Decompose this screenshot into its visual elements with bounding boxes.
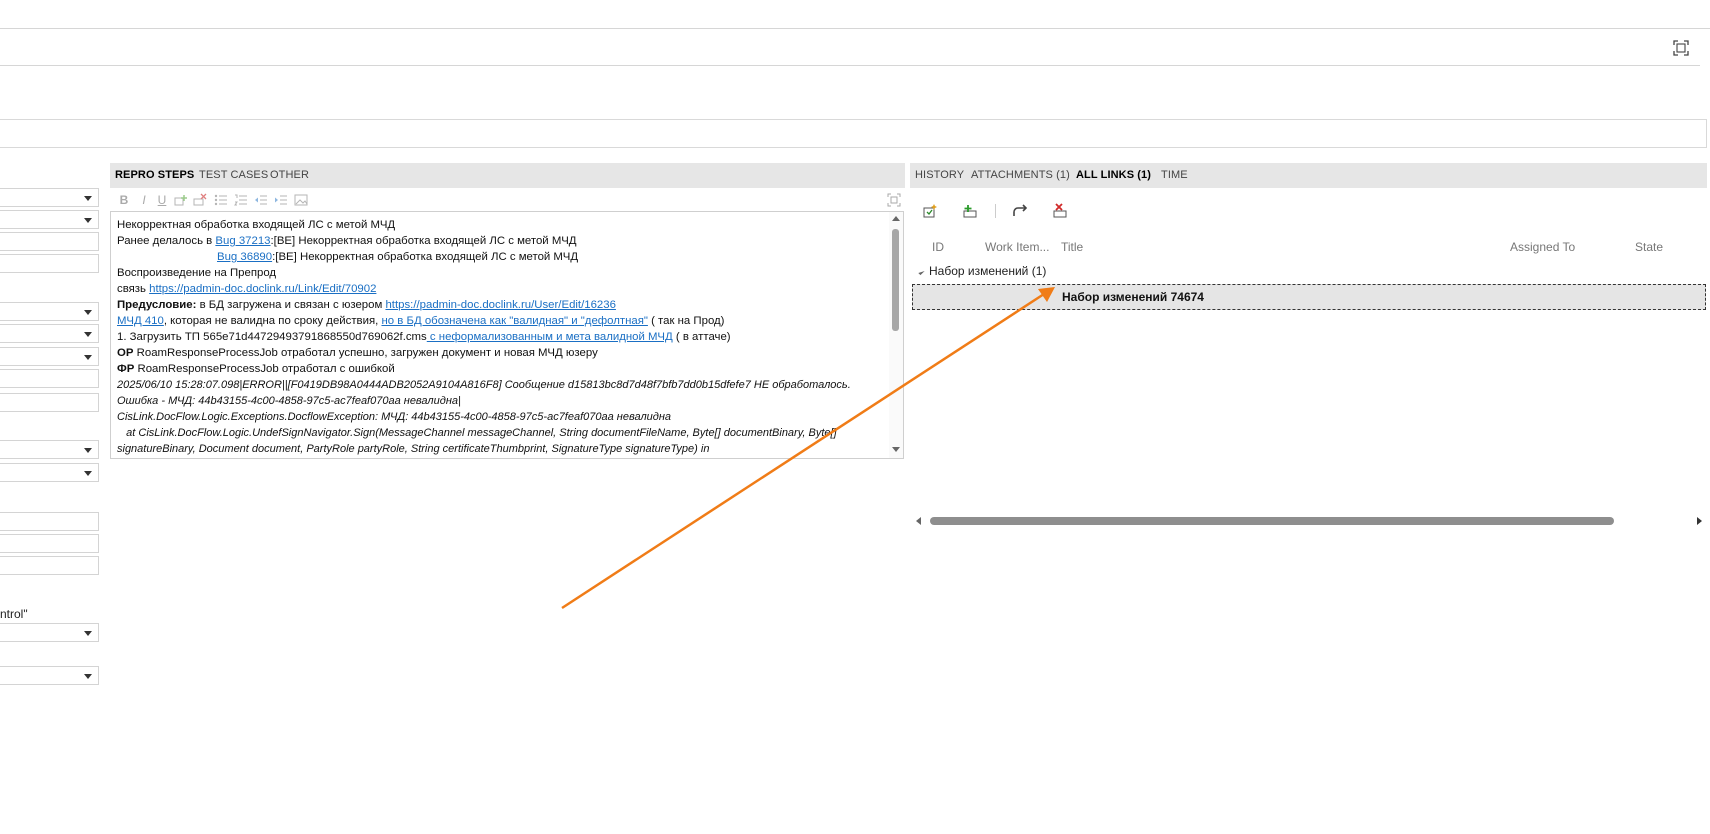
editor-line-13: CisLink.DocFlow.Logic.Exceptions.Docflow… [117,411,672,423]
left-field-4[interactable] [0,254,99,273]
editor-line-4: Воспроизведение на Препрод [117,267,277,279]
left-dropdown-1[interactable] [0,188,99,207]
left-field-label: ntrol" [0,607,28,621]
left-field-8[interactable] [0,369,99,388]
numbered-list-icon[interactable] [234,193,248,207]
tab-test-cases[interactable]: TEST CASES [199,169,268,181]
scroll-down-arrow[interactable] [892,447,900,452]
scroll-thumb[interactable] [892,229,899,331]
col-id[interactable]: ID [932,240,944,254]
editor-vertical-scrollbar[interactable] [889,212,903,458]
open-link-icon[interactable] [1011,202,1029,220]
decrease-indent-icon[interactable] [254,193,268,207]
clear-format-icon[interactable] [193,193,207,207]
links-horizontal-scrollbar[interactable] [914,513,1704,529]
editor-line-11: 2025/06/10 15:28:07.098|ERROR||[F0419DB9… [117,379,851,391]
left-field-14[interactable] [0,556,99,575]
tab-attachments[interactable]: ATTACHMENTS (1) [971,169,1070,181]
link-row[interactable]: Набор изменений 74674 [912,284,1706,310]
left-field-3[interactable] [0,232,99,251]
padmin-user-edit-link[interactable]: https://padmin-doc.doclink.ru/User/Edit/… [385,299,615,311]
col-work-item[interactable]: Work Item... [985,240,1049,254]
tab-all-links[interactable]: ALL LINKS (1) [1076,169,1151,181]
editor-line-2: Ранее делалось в Bug 37213:[BE] Некоррек… [117,235,577,247]
editor-line-3: Bug 36890:[BE] Некорректная обработка вх… [217,251,579,263]
new-linked-item-icon[interactable] [921,202,939,220]
left-field-13[interactable] [0,534,99,553]
padmin-link-edit-link[interactable]: https://padmin-doc.doclink.ru/Link/Edit/… [149,283,376,295]
hscroll-left-arrow[interactable] [916,517,921,525]
editor-line-12: Ошибка - МЧД: 44b43155-4c00-4858-97c5-ac… [117,395,461,407]
editor-line-1: Некорректная обработка входящей ЛС с мет… [117,219,396,231]
top-divider [0,28,1710,29]
col-state[interactable]: State [1635,240,1663,254]
editor-line-14: at CisLink.DocFlow.Logic.UndefSignNaviga… [117,427,837,439]
editor-fullscreen-icon[interactable] [887,193,901,207]
increase-indent-icon[interactable] [274,193,288,207]
left-dropdown-10[interactable] [0,440,99,459]
fullscreen-icon[interactable] [1673,40,1689,56]
bug-36890-link[interactable]: Bug 36890 [217,251,272,263]
title-field[interactable] [0,119,1707,148]
valid-default-link[interactable]: но в БД обозначена как "валидная" и "деф… [381,315,647,327]
bug-37213-link[interactable]: Bug 37213 [215,235,270,247]
col-assigned-to[interactable]: Assigned To [1510,240,1575,254]
left-dropdown-5[interactable] [0,302,99,321]
editor-line-5: связь https://padmin-doc.doclink.ru/Link… [117,283,377,295]
toolbar-separator [995,204,996,218]
left-dropdown-16[interactable] [0,666,99,685]
left-dropdown-7[interactable] [0,347,99,366]
col-title[interactable]: Title [1061,240,1083,254]
editor-line-8: 1. Загрузить ТП 565e71d44729493791868550… [117,331,731,343]
tab-repro-steps[interactable]: REPRO STEPS [115,169,194,181]
left-dropdown-11[interactable] [0,463,99,482]
italic-icon[interactable]: I [137,193,151,207]
repro-steps-editor[interactable]: Некорректная обработка входящей ЛС с мет… [110,211,904,459]
repro-tab-bar: REPRO STEPS TEST CASES OTHER [110,163,905,188]
underline-icon[interactable]: U [155,193,169,207]
left-dropdown-2[interactable] [0,210,99,229]
delete-link-icon[interactable] [1051,202,1069,220]
bold-icon[interactable]: B [117,193,131,207]
add-link-icon[interactable] [961,202,979,220]
hscroll-right-arrow[interactable] [1697,517,1702,525]
tab-history[interactable]: HISTORY [915,169,964,181]
editor-line-7: МЧД 410, которая не валидна по сроку дей… [117,315,725,327]
tab-other[interactable]: OTHER [270,169,309,181]
left-dropdown-6[interactable] [0,324,99,343]
collapse-triangle-icon[interactable] [918,268,925,276]
attachment-ref-link[interactable]: с неформализованным и мета валидной МЧД [427,331,673,343]
left-field-9[interactable] [0,393,99,412]
header-divider [0,65,1700,66]
insert-image-icon[interactable] [174,193,188,207]
scroll-up-arrow[interactable] [892,216,900,221]
hscroll-thumb[interactable] [930,517,1614,525]
editor-line-15: signatureBinary, Document document, Part… [117,443,710,455]
tab-time[interactable]: TIME [1161,169,1188,181]
bullet-list-icon[interactable] [214,193,228,207]
editor-line-9: ОР RoamResponseProcessJob отработал успе… [117,347,598,359]
links-tab-bar: HISTORY ATTACHMENTS (1) ALL LINKS (1) TI… [910,163,1707,188]
editor-line-6: Предусловие: в БД загружена и связан с ю… [117,299,616,311]
image-icon[interactable] [294,193,308,207]
links-group-header[interactable]: Набор изменений (1) [918,264,1046,278]
left-field-12[interactable] [0,512,99,531]
mchd-410-link[interactable]: МЧД 410 [117,315,164,327]
left-dropdown-15[interactable] [0,623,99,642]
link-row-title: Набор изменений 74674 [1062,290,1204,304]
editor-line-10: ФР RoamResponseProcessJob отработал с ош… [117,363,395,375]
